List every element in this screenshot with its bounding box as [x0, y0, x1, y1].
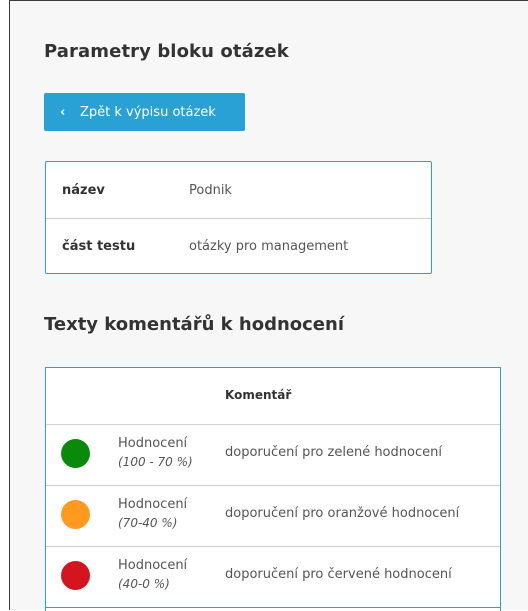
- info-label: část testu: [62, 238, 136, 254]
- orange-status-dot: [61, 500, 90, 529]
- comments-section-title: Texty komentářů k hodnocení: [44, 314, 344, 335]
- rating-label: Hodnocení (100 - 70 %): [118, 434, 193, 472]
- rating-comments-table: Komentář Hodnocení (100 - 70 %) doporuče…: [45, 367, 501, 611]
- rating-name: Hodnocení: [118, 558, 188, 573]
- rating-label: Hodnocení (70-40 %): [118, 495, 187, 533]
- rating-label: Hodnocení (40-0 %): [118, 556, 187, 594]
- rating-range: (100 - 70 %): [118, 455, 193, 469]
- column-header-comment: Komentář: [225, 388, 292, 402]
- block-info-table: název Podnik část testu otázky pro manag…: [45, 161, 432, 274]
- comment-text: doporučení pro zelené hodnocení: [225, 445, 442, 460]
- info-value: otázky pro management: [189, 238, 349, 254]
- back-to-questions-button[interactable]: ‹ Zpět k výpisu otázek: [44, 93, 245, 131]
- table-row: Hodnocení (70-40 %) doporučení pro oranž…: [46, 485, 500, 547]
- green-status-dot: [61, 439, 90, 468]
- rating-name: Hodnocení: [118, 436, 188, 451]
- info-row-name: název Podnik: [46, 162, 431, 219]
- table-header: Komentář: [46, 368, 500, 425]
- table-row: Hodnocení (100 - 70 %) doporučení pro ze…: [46, 424, 500, 486]
- back-button-label: Zpět k výpisu otázek: [80, 104, 216, 120]
- chevron-left-icon: ‹: [60, 104, 66, 120]
- main-panel: Parametry bloku otázek ‹ Zpět k výpisu o…: [9, 0, 528, 611]
- red-status-dot: [61, 561, 90, 590]
- table-row: Hodnocení (40-0 %) doporučení pro červen…: [46, 546, 500, 608]
- page-title: Parametry bloku otázek: [44, 41, 289, 62]
- comment-text: doporučení pro oranžové hodnocení: [225, 506, 460, 521]
- info-label: název: [62, 182, 105, 198]
- rating-range: (40-0 %): [118, 577, 170, 591]
- rating-range: (70-40 %): [118, 516, 178, 530]
- info-row-test-part: část testu otázky pro management: [46, 218, 431, 274]
- rating-name: Hodnocení: [118, 497, 188, 512]
- comment-text: doporučení pro červené hodnocení: [225, 567, 452, 582]
- info-value: Podnik: [189, 182, 232, 198]
